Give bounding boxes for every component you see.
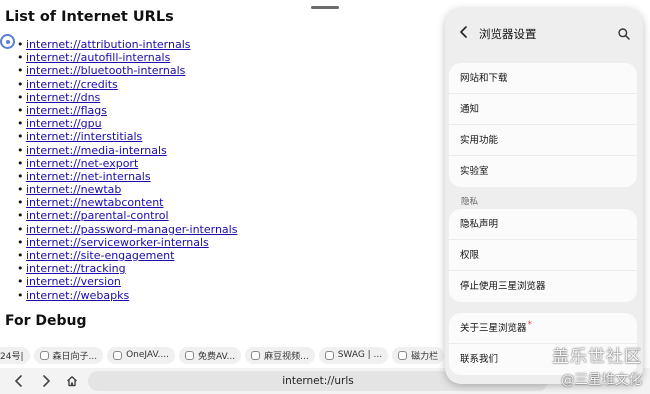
list-item: internet://tracking (17, 262, 237, 275)
favicon-icon (39, 350, 49, 360)
url-link[interactable]: internet://gpu (26, 117, 102, 130)
list-item: internet://attribution-internals (17, 38, 237, 51)
chevron-right-icon (43, 375, 50, 387)
menu-item-privacy-notice[interactable]: 隐私声明 (449, 209, 637, 240)
url-link[interactable]: internet://attribution-internals (26, 38, 190, 51)
menu-item-labs[interactable]: 实验室 (449, 156, 637, 187)
url-link[interactable]: internet://site-engagement (26, 249, 174, 262)
bookmark-label: OneJAV.... (126, 350, 169, 360)
bookmark-chip[interactable]: 免费AV... (178, 346, 242, 364)
url-link[interactable]: internet://newtab (26, 183, 121, 196)
list-item: internet://autofill-internals (17, 51, 237, 64)
debug-heading: For Debug (5, 313, 87, 329)
bookmark-chip[interactable]: 24号| (0, 346, 30, 364)
menu-item-notifications[interactable]: 通知 (449, 94, 637, 125)
url-link[interactable]: internet://media-internals (26, 144, 167, 157)
list-item: internet://net-export (17, 157, 237, 170)
list-item: internet://net-internals (17, 170, 237, 183)
url-link[interactable]: internet://net-export (26, 157, 138, 170)
url-link[interactable]: internet://parental-control (26, 209, 169, 222)
home-icon (67, 376, 77, 387)
browser-settings-panel: 浏览器设置 网站和下载 通知 实用功能 实验室 隐私 隐私声明 权限 停止使用三… (445, 8, 643, 384)
chevron-left-icon (15, 375, 22, 387)
url-link[interactable]: internet://net-internals (26, 170, 151, 183)
list-item: internet://gpu (17, 117, 237, 130)
settings-back-button[interactable] (457, 24, 471, 40)
list-item: internet://credits (17, 78, 237, 91)
section-label-privacy: 隐私 (461, 197, 479, 207)
bookmark-chip[interactable]: 森日向子... (33, 346, 104, 364)
list-item: internet://newtabcontent (17, 196, 237, 209)
watermark: 盖乐世社区 @三星堆文化 (552, 342, 642, 388)
bookmark-label: 免费AV... (197, 351, 236, 362)
settings-group-privacy: 隐私声明 权限 停止使用三星浏览器 (449, 209, 637, 302)
menu-item-label: 关于三星浏览器 (460, 323, 527, 334)
url-link[interactable]: internet://autofill-internals (26, 51, 170, 64)
page-title: List of Internet URLs (5, 9, 174, 25)
address-text: internet://urls (282, 375, 354, 387)
url-link[interactable]: internet://flags (26, 104, 107, 117)
list-item: internet://bluetooth-internals (17, 64, 237, 77)
favicon-icon (113, 350, 123, 360)
url-link[interactable]: internet://version (26, 275, 121, 288)
watermark-line1: 盖乐世社区 (552, 347, 642, 367)
list-item: internet://media-internals (17, 144, 237, 157)
menu-item-sites-downloads[interactable]: 网站和下载 (449, 63, 637, 94)
list-item: internet://interstitials (17, 130, 237, 143)
list-item: internet://site-engagement (17, 249, 237, 262)
panel-header: 浏览器设置 (445, 8, 643, 58)
bookmark-label: 森日向子... (52, 351, 98, 362)
url-list: internet://attribution-internals interne… (17, 38, 237, 302)
bookmark-chip[interactable]: 麻豆视频... (245, 346, 315, 364)
favicon-icon (324, 350, 334, 360)
menu-item-about[interactable]: 关于三星浏览器* (449, 313, 637, 344)
back-button[interactable] (10, 372, 28, 390)
panel-title: 浏览器设置 (479, 27, 537, 41)
favicon-icon (184, 350, 194, 360)
bookmark-label: 24号| (0, 351, 24, 362)
url-link[interactable]: internet://interstitials (26, 130, 142, 143)
url-link[interactable]: internet://webapks (26, 289, 129, 302)
url-link[interactable]: internet://bluetooth-internals (26, 64, 185, 77)
settings-search-button[interactable] (617, 26, 631, 40)
url-link[interactable]: internet://dns (26, 91, 100, 104)
list-item: internet://flags (17, 104, 237, 117)
scroll-indicator-icon[interactable] (0, 34, 15, 49)
list-item: internet://serviceworker-internals (17, 236, 237, 249)
list-item: internet://webapks (17, 289, 237, 302)
favicon-icon (398, 350, 408, 360)
url-link[interactable]: internet://password-manager-internals (26, 223, 237, 236)
bookmark-label: 麻豆视频... (264, 351, 309, 362)
url-link[interactable]: internet://tracking (26, 262, 126, 275)
list-item: internet://password-manager-internals (17, 223, 237, 236)
list-item: internet://dns (17, 91, 237, 104)
bookmark-chip[interactable]: 磁力栏 (392, 346, 445, 364)
bookmark-label: 磁力栏 (411, 351, 439, 362)
list-item: internet://newtab (17, 183, 237, 196)
chevron-left-icon (460, 26, 467, 38)
url-link[interactable]: internet://credits (26, 78, 118, 91)
menu-item-useful-features[interactable]: 实用功能 (449, 125, 637, 156)
url-link[interactable]: internet://newtabcontent (26, 196, 164, 209)
menu-item-stop-using[interactable]: 停止使用三星浏览器 (449, 271, 637, 302)
watermark-line2: @三星堆文化 (561, 372, 642, 388)
home-button[interactable] (63, 372, 81, 390)
list-item: internet://parental-control (17, 209, 237, 222)
bookmark-chip[interactable]: SWAG | ... (318, 346, 389, 364)
list-item: internet://version (17, 275, 237, 288)
menu-item-permissions[interactable]: 权限 (449, 240, 637, 271)
bookmark-label: SWAG | ... (337, 350, 383, 360)
settings-group-general: 网站和下载 通知 实用功能 实验室 (449, 63, 637, 187)
update-badge: * (527, 320, 533, 330)
search-icon (618, 28, 630, 40)
bookmark-chip[interactable]: OneJAV.... (107, 346, 175, 364)
favicon-icon (251, 350, 261, 360)
url-link[interactable]: internet://serviceworker-internals (26, 236, 209, 249)
forward-button[interactable] (37, 372, 55, 390)
